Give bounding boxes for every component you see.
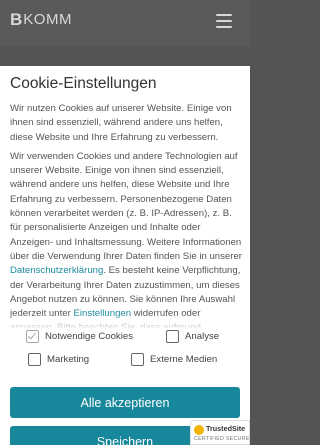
hamburger-icon[interactable] <box>216 14 232 28</box>
analytics-label: Analyse <box>185 331 220 342</box>
logo-letter-b: B <box>10 10 23 29</box>
option-marketing[interactable]: Marketing <box>28 353 89 366</box>
accept-all-button[interactable]: Alle akzeptieren <box>10 387 240 418</box>
cookie-intro-text: Wir nutzen Cookies auf unserer Website. … <box>10 103 232 143</box>
logo-text: KOMM <box>23 11 72 28</box>
necessary-label: Notwendige Cookies <box>45 331 133 342</box>
cookie-detail-text: Wir verwenden Cookies und andere Technol… <box>10 150 244 328</box>
necessary-checkbox[interactable] <box>26 330 39 343</box>
option-external-media[interactable]: Externe Medien <box>131 353 217 366</box>
trustedsite-subtitle: CERTIFIED SECURE <box>194 436 250 442</box>
option-necessary-cookies[interactable]: Notwendige Cookies <box>26 330 133 343</box>
hamburger-line <box>216 14 232 16</box>
external-media-label: Externe Medien <box>150 354 218 365</box>
text-fade-overlay <box>0 314 250 330</box>
site-header: B KOMM <box>0 0 250 46</box>
cookie-description: Wir nutzen Cookies auf unserer Website. … <box>10 102 244 328</box>
cookie-consent-panel: Cookie-Einstellungen Wir nutzen Cookies … <box>0 66 250 445</box>
hamburger-line <box>216 26 232 28</box>
cookie-title: Cookie-Einstellungen <box>10 75 157 92</box>
hamburger-line <box>216 20 232 22</box>
privacy-policy-link[interactable]: Datenschutzerklärung <box>10 265 103 276</box>
cookie-detail-part1: Wir verwenden Cookies und andere Technol… <box>10 150 242 262</box>
trustedsite-badge[interactable]: TrustedSite CERTIFIED SECURE <box>190 420 250 445</box>
marketing-label: Marketing <box>47 354 90 365</box>
external-media-checkbox[interactable] <box>131 353 144 366</box>
option-analytics[interactable]: Analyse <box>166 330 219 343</box>
trustedsite-name: TrustedSite <box>206 424 246 433</box>
analytics-checkbox[interactable] <box>166 330 179 343</box>
check-seal-icon <box>194 425 204 435</box>
bkomm-logo[interactable]: B KOMM <box>10 11 72 29</box>
marketing-checkbox[interactable] <box>28 353 41 366</box>
